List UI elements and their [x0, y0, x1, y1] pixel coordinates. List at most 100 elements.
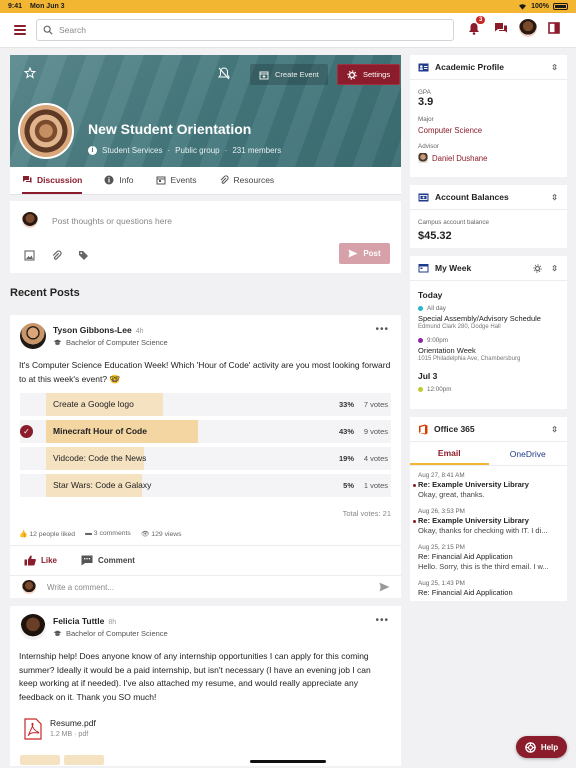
email-item[interactable]: Aug 25, 1:43 PM Re: Financial Aid Applic… [418, 580, 567, 597]
search-input[interactable] [59, 25, 439, 35]
event-color-dot [418, 306, 423, 311]
id-card-icon [418, 63, 429, 71]
graduation-cap-icon [53, 339, 62, 345]
favorite-star-icon[interactable] [24, 67, 36, 79]
lifebuoy-icon [525, 741, 536, 753]
major-value[interactable]: Computer Science [418, 126, 567, 135]
calendar-event[interactable]: 9:00pm Orientation Week 1015 Philadelphi… [418, 337, 567, 362]
info-circle-icon [104, 175, 114, 184]
battery-icon [553, 3, 568, 10]
tag-chip[interactable] [64, 755, 104, 765]
comment-icon [81, 555, 93, 566]
create-event-button[interactable]: Create Event [250, 64, 328, 85]
post-author[interactable]: Felicia Tuttle 8h [53, 616, 116, 626]
poll-votes: 9 votes [363, 427, 388, 436]
collapse-icon[interactable]: ⇳ [551, 193, 558, 202]
more-options-icon[interactable]: ••• [375, 324, 389, 335]
poll-option[interactable]: Vidcode: Code the News 19% 4 votes [20, 447, 391, 470]
search-box[interactable] [36, 19, 454, 41]
office-icon [419, 424, 428, 434]
send-icon [348, 249, 358, 258]
send-icon[interactable] [379, 582, 390, 592]
poll-total-votes: Total votes: 21 [342, 509, 391, 518]
more-options-icon[interactable]: ••• [375, 615, 389, 626]
author-degree: Bachelor of Computer Science [53, 338, 168, 347]
author-avatar[interactable] [20, 614, 46, 640]
image-icon[interactable] [24, 250, 35, 261]
tab-label: Resources [233, 174, 275, 185]
collapse-icon[interactable]: ⇳ [551, 264, 558, 273]
email-preview: Hello. Sorry, this is the third email. I… [418, 562, 549, 571]
tab-discussion[interactable]: Discussion [22, 167, 83, 194]
notification-badge: 3 [476, 16, 486, 24]
status-date: Mon Jun 3 [29, 3, 65, 10]
comment-input[interactable]: Write a comment... [47, 583, 114, 592]
sidebar-toggle-button[interactable] [548, 22, 560, 36]
tab-resources[interactable]: Resources [219, 167, 275, 194]
calendar-event[interactable]: 12:00pm [418, 386, 567, 393]
poll: Create a Google logo 33% 7 votes ✓ Minec… [20, 393, 391, 501]
poll-option-selected[interactable]: ✓ Minecraft Hour of Code 43% 9 votes [20, 420, 391, 443]
day-heading: Jul 3 [418, 371, 438, 381]
academic-profile-card: Academic Profile ⇳ GPA 3.9 Major Compute… [410, 55, 567, 177]
thumbs-up-icon [24, 555, 36, 566]
post-body: Internship help! Does anyone know of any… [19, 651, 371, 702]
calendar-event[interactable]: All day Special Assembly/Advisory Schedu… [418, 305, 567, 330]
post-body: It's Computer Science Education Week! Wh… [19, 360, 391, 384]
post-button[interactable]: Post [339, 243, 390, 264]
poll-percent: 43% [338, 427, 354, 436]
card-title: Account Balances [435, 192, 509, 202]
email-subject: Re: Example University Library [418, 516, 529, 525]
email-item[interactable]: Aug 25, 2:15 PM Re: Financial Aid Applic… [418, 544, 567, 571]
email-item[interactable]: Aug 27, 8:41 AM Re: Example University L… [413, 472, 567, 499]
unread-indicator [413, 484, 416, 487]
collapse-icon[interactable]: ⇳ [551, 63, 558, 72]
collapse-icon[interactable]: ⇳ [551, 425, 558, 434]
tag-icon[interactable] [78, 250, 90, 261]
like-button[interactable]: Like [24, 555, 57, 566]
tab-label: Info [119, 174, 134, 185]
composer-input[interactable]: Post thoughts or questions here [52, 216, 172, 226]
event-title: Special Assembly/Advisory Schedule [418, 314, 541, 323]
discussion-icon [23, 176, 32, 183]
tag-chip[interactable] [20, 755, 60, 765]
tab-info[interactable]: Info [104, 167, 134, 194]
poll-option-label: Star Wars: Code a Galaxy [53, 480, 152, 490]
major-label: Major [418, 116, 434, 123]
settings-button[interactable]: Settings [337, 64, 401, 85]
tab-email[interactable]: Email [410, 442, 489, 465]
comment-button[interactable]: Comment [81, 555, 135, 566]
card-title: Office 365 [434, 424, 475, 434]
post-author[interactable]: Tyson Gibbons-Lee 4h [53, 325, 144, 335]
notifications-button[interactable]: 3 [468, 16, 486, 37]
author-avatar[interactable] [20, 323, 46, 349]
group-title: New Student Orientation [88, 121, 252, 137]
group-meta: i Student Services · Public group · 231 … [88, 146, 281, 155]
card-title: My Week [435, 263, 472, 273]
tab-events[interactable]: Events [156, 167, 197, 194]
poll-option[interactable]: Star Wars: Code a Galaxy 5% 1 votes [20, 474, 391, 497]
gear-icon[interactable] [533, 264, 542, 273]
attachment[interactable]: Resume.pdf 1.2 MB · pdf [24, 718, 96, 740]
post-tags [20, 755, 104, 765]
help-button[interactable]: Help [516, 736, 567, 758]
group-members: 231 members [232, 146, 282, 155]
messages-button[interactable] [494, 22, 508, 36]
email-item[interactable]: Aug 26, 3:53 PM Re: Example University L… [413, 508, 567, 535]
attach-icon[interactable] [51, 250, 62, 261]
poll-option-label: Minecraft Hour of Code [53, 426, 147, 436]
graduation-cap-icon [53, 630, 62, 636]
poll-percent: 5% [343, 481, 354, 490]
views-count: 129 views [151, 531, 182, 538]
user-avatar[interactable] [519, 19, 537, 37]
post-time: 4h [135, 328, 144, 335]
tab-onedrive[interactable]: OneDrive [489, 442, 568, 465]
mute-notifications-icon[interactable] [218, 67, 230, 80]
day-heading: Today [418, 290, 443, 300]
advisor-label: Advisor [418, 143, 439, 150]
poll-option[interactable]: Create a Google logo 33% 7 votes [20, 393, 391, 416]
gpa-label: GPA [418, 89, 431, 96]
paperclip-icon [220, 174, 229, 184]
menu-icon[interactable] [14, 25, 26, 35]
advisor-link[interactable]: Daniel Dushane [418, 153, 567, 163]
